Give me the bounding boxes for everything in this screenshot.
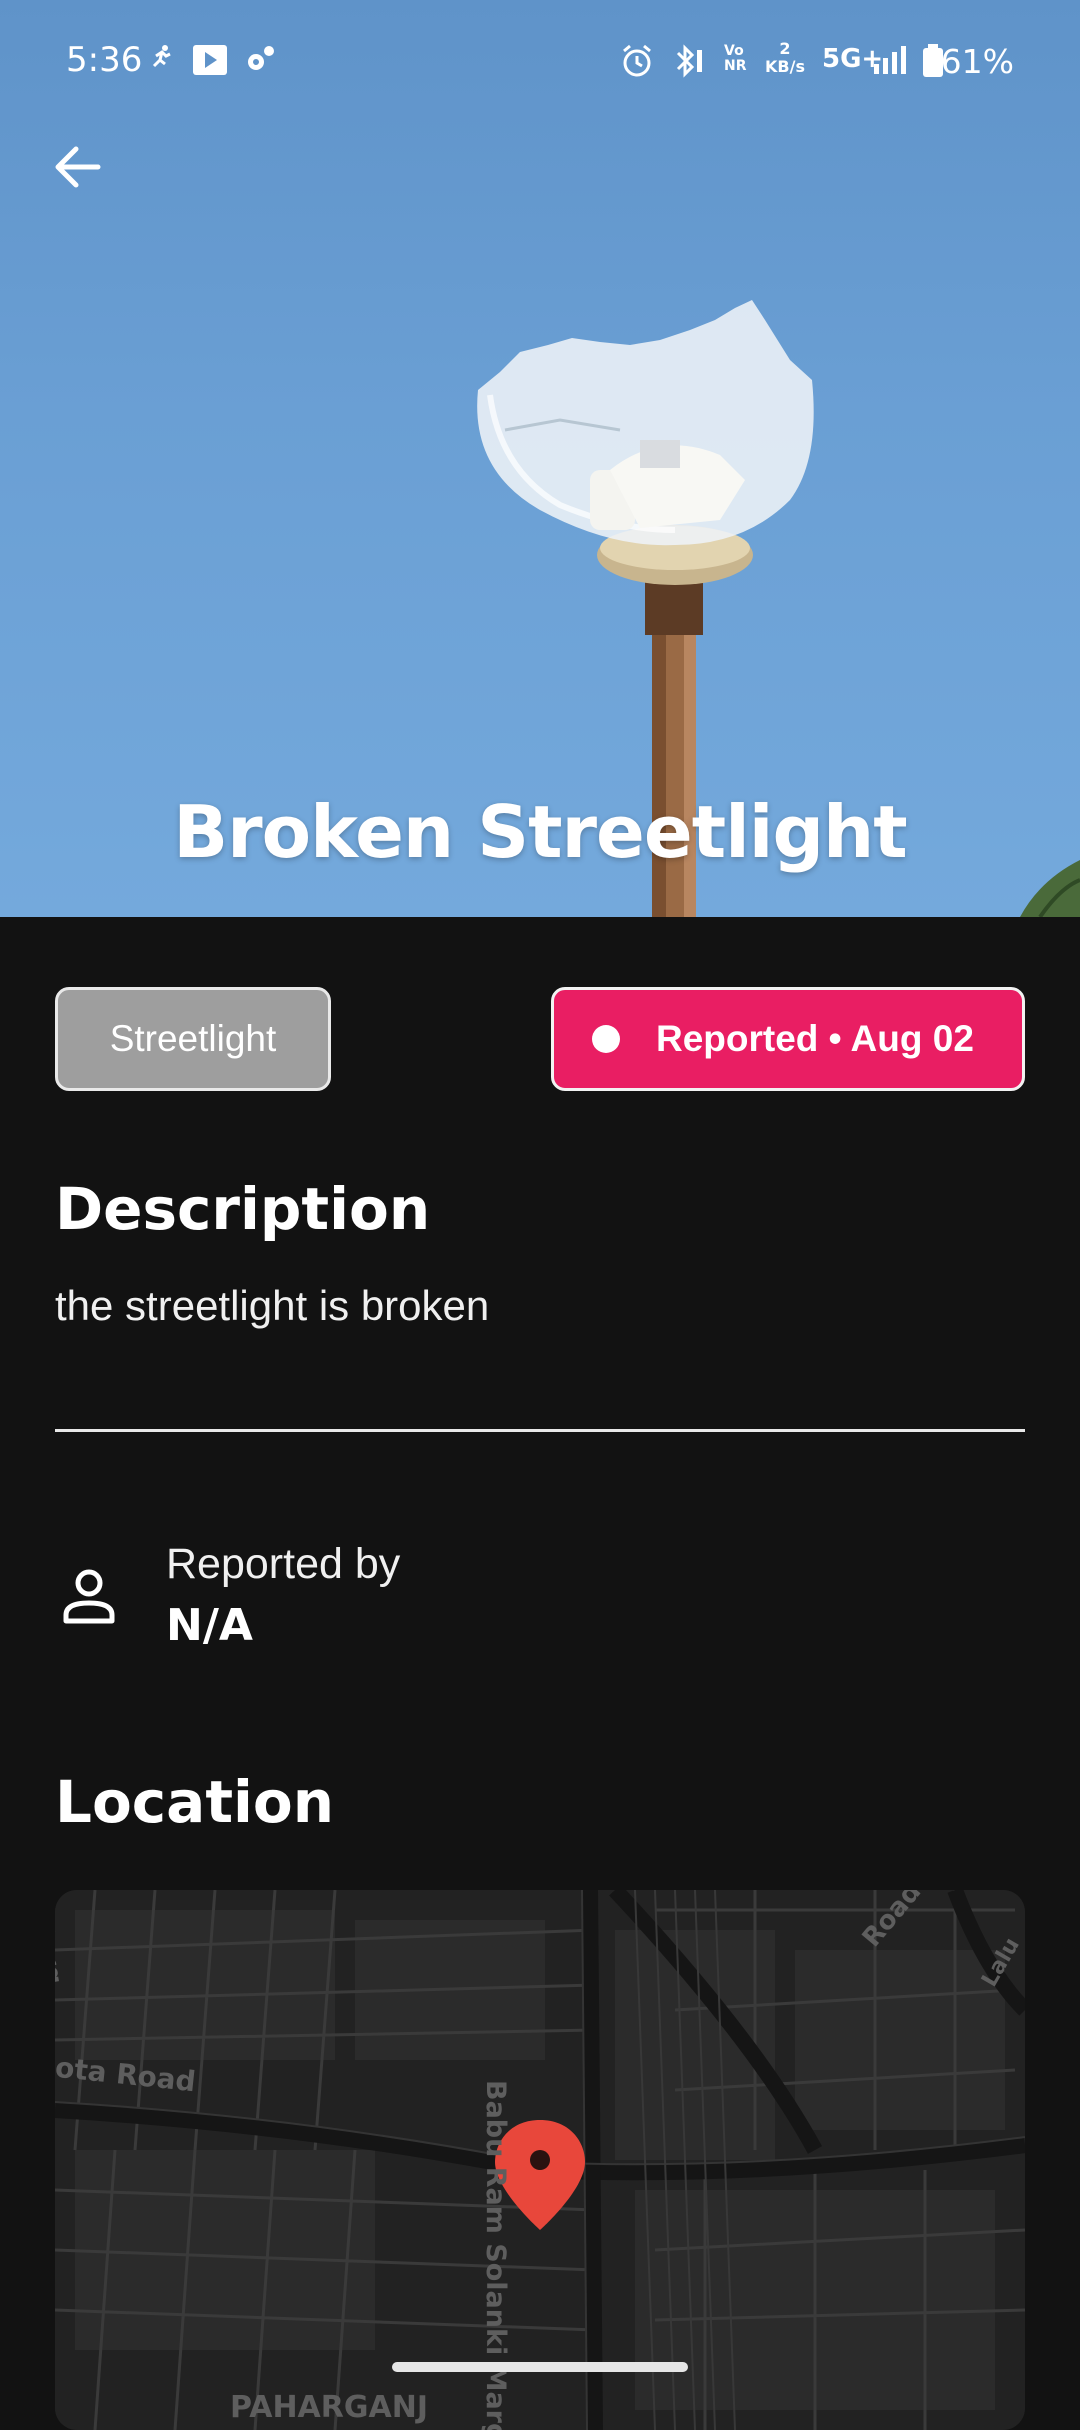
location-map[interactable]: ota Road Babu Ram Solanki Marg PAHARGANJ… bbox=[55, 1890, 1025, 2430]
home-indicator[interactable] bbox=[392, 2362, 688, 2372]
location-heading: Location bbox=[55, 1768, 335, 1836]
issue-chips: Streetlight Reported • Aug 02 bbox=[55, 987, 1025, 1091]
divider bbox=[55, 1429, 1025, 1432]
category-label: Streetlight bbox=[109, 1018, 277, 1059]
signal-icon bbox=[874, 46, 906, 74]
status-time: 5:36 bbox=[66, 40, 143, 80]
issue-title: Broken Streetlight bbox=[173, 790, 907, 874]
network-speed: 2 KB/s bbox=[765, 39, 805, 76]
reported-by-value: N/A bbox=[166, 1600, 253, 1651]
cast-icon bbox=[193, 45, 227, 75]
bluetooth-icon bbox=[676, 44, 702, 78]
settings-sync-icon bbox=[248, 46, 274, 70]
category-chip: Streetlight bbox=[55, 987, 331, 1091]
map-streets bbox=[55, 1890, 1025, 2430]
alarm-icon bbox=[623, 44, 651, 77]
battery-percent: 61% bbox=[940, 42, 1014, 81]
status-chip: Reported • Aug 02 bbox=[551, 987, 1025, 1091]
map-label-road-vertical: Babu Ram Solanki Marg bbox=[480, 2080, 511, 2430]
map-label-area: PAHARGANJ bbox=[230, 2390, 428, 2425]
description-text: the streetlight is broken bbox=[55, 1282, 490, 1329]
arrow-back-icon bbox=[55, 146, 101, 188]
streetlight-photo bbox=[477, 300, 1080, 917]
reported-by-label: Reported by bbox=[166, 1540, 401, 1588]
person-icon bbox=[63, 1569, 115, 1624]
description-heading: Description bbox=[55, 1175, 431, 1243]
activity-icon bbox=[152, 45, 171, 68]
status-dot-icon bbox=[592, 1025, 620, 1053]
status-label: Reported • Aug 02 bbox=[656, 1018, 974, 1059]
vonr-indicator: Vo NR bbox=[724, 43, 747, 74]
hero-image: 5:36 Vo NR 2 KB/s 5G+ 61% Broken Streetl… bbox=[0, 0, 1080, 917]
back-button[interactable] bbox=[40, 130, 114, 204]
status-bar: 5:36 Vo NR 2 KB/s 5G+ 61% bbox=[0, 0, 1080, 120]
